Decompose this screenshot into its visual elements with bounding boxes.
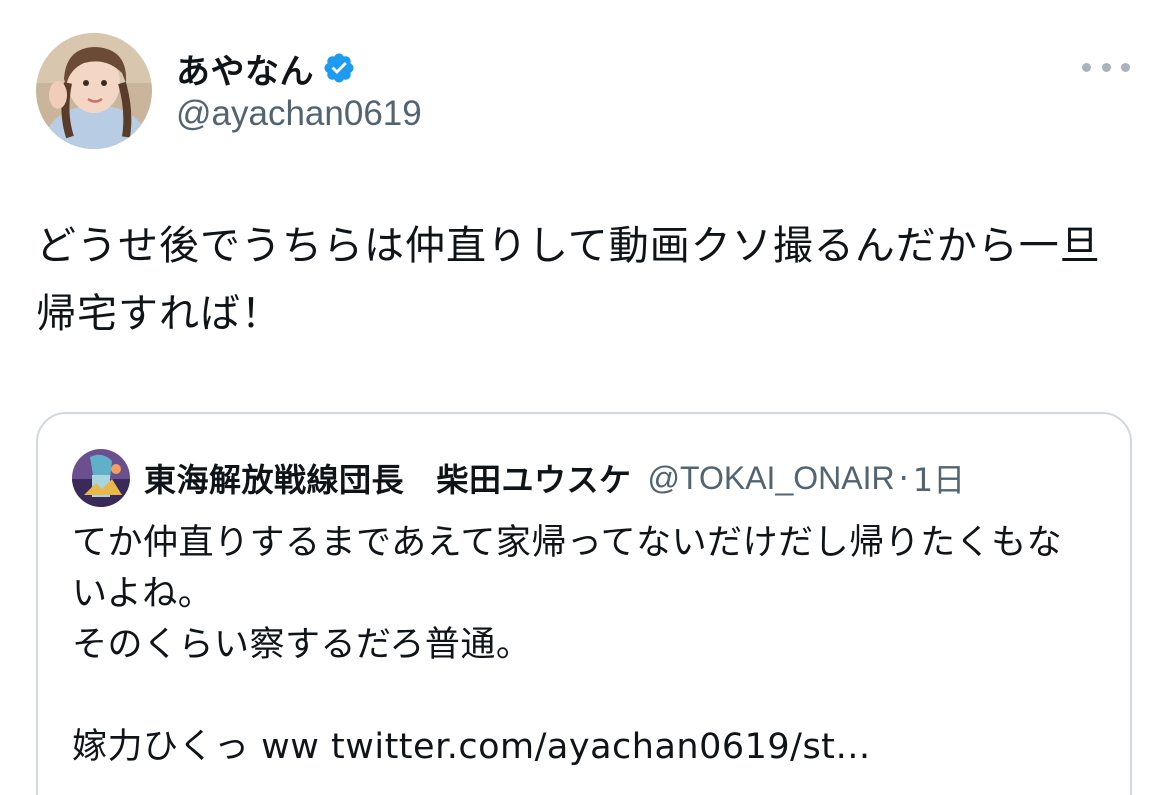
- more-dot: [1101, 62, 1111, 72]
- more-dot: [1082, 62, 1091, 72]
- quoted-tweet-card[interactable]: 東海解放戦線団長 柴田ユウスケ @TOKAI_ONAIR · 1日 てか仲直りす…: [36, 412, 1132, 795]
- author-display-name[interactable]: あやなん: [176, 44, 314, 93]
- quoted-author-avatar[interactable]: [72, 449, 130, 507]
- tweet-text: どうせ後でうちらは仲直りして動画クソ撮るんだから一旦 帰宅すれば！: [36, 223, 1101, 337]
- quoted-separator: ·: [898, 459, 909, 497]
- quoted-author-display-name[interactable]: 東海解放戦線団長 柴田ユウスケ: [144, 455, 632, 501]
- author-name-row: あやなん: [176, 44, 356, 92]
- quoted-tweet-link[interactable]: twitter.com/ayachan0619/st…: [331, 727, 871, 767]
- quoted-tweet-text: てか仲直りするまであえて家帰ってないだけだし帰りたくもな いよね。 そのくらい察…: [72, 518, 1112, 773]
- author-handle[interactable]: @ayachan0619: [176, 94, 422, 134]
- author-avatar[interactable]: [36, 33, 152, 149]
- quoted-author-handle[interactable]: @TOKAI_ONAIR: [648, 460, 895, 497]
- tweet: あやなん @ayachan0619 どうせ後でうちらは仲直りして動画クソ撮るんだ…: [0, 0, 1170, 795]
- more-horizontal-icon[interactable]: [1082, 52, 1130, 82]
- more-dot: [1121, 62, 1130, 72]
- verified-badge-icon: [322, 51, 356, 85]
- quoted-tweet-header: 東海解放戦線団長 柴田ユウスケ @TOKAI_ONAIR · 1日: [72, 449, 965, 507]
- quoted-timestamp[interactable]: 1日: [913, 455, 965, 501]
